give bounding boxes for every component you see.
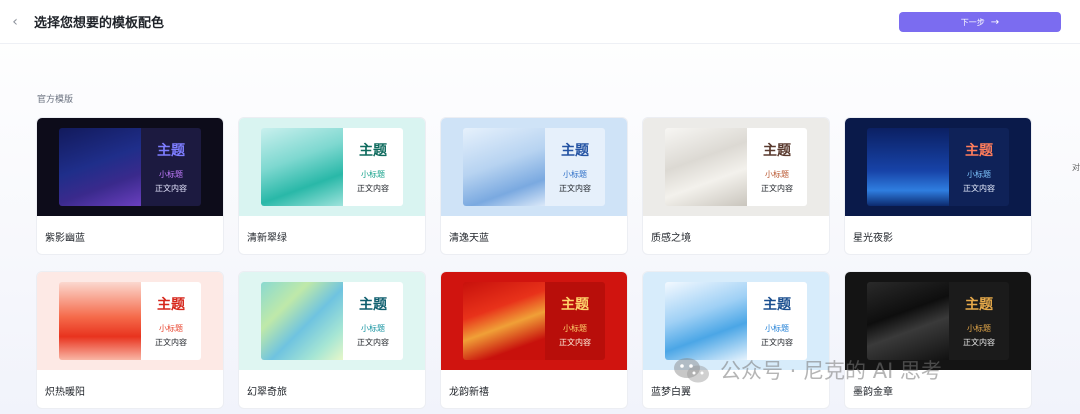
template-preview: 主题 小标题 正文内容 <box>441 272 627 370</box>
side-edge-label: 对 <box>1072 163 1080 172</box>
template-card[interactable]: 主题 小标题 正文内容 墨韵金章 <box>844 271 1032 409</box>
preview-subtitle: 小标题 <box>967 170 991 179</box>
template-name: 清新翠绿 <box>247 232 287 244</box>
preview-image <box>665 128 747 206</box>
preview-body: 正文内容 <box>761 184 793 193</box>
preview-image <box>59 128 141 206</box>
template-preview: 主题 小标题 正文内容 <box>441 118 627 216</box>
template-card[interactable]: 主题小标题正文内容龙韵新禧 <box>440 271 628 409</box>
page-title: 选择您想要的模板配色 <box>34 16 165 31</box>
preview-body: 正文内容 <box>761 338 793 347</box>
preview-subtitle: 小标题 <box>361 324 385 333</box>
template-preview: 主题 小标题 正文内容 <box>239 118 425 216</box>
preview-text-panel: 主题 小标题 正文内容 <box>343 128 403 206</box>
template-name: 龙韵新禧 <box>449 386 489 398</box>
preview-subtitle: 小标题 <box>765 170 789 179</box>
section-label: 官方模版 <box>37 95 74 105</box>
preview-body: 正文内容 <box>963 338 995 347</box>
chevron-left-icon[interactable]: ‹ <box>8 12 22 32</box>
preview-image <box>867 128 949 206</box>
preview-text-panel: 主题 小标题 正文内容 <box>141 128 201 206</box>
template-preview: 主题 小标题 正文内容 <box>643 118 829 216</box>
preview-subtitle: 小标题 <box>159 324 183 333</box>
template-name: 幻翠奇旅 <box>247 386 287 398</box>
preview-title: 主题 <box>359 143 387 159</box>
template-card[interactable]: 主题小标题正文内容清逸天蓝 <box>440 117 628 255</box>
preview-title: 主题 <box>965 297 993 313</box>
template-card[interactable]: 主题小标题正文内容质感之境 <box>642 117 830 255</box>
preview-body: 正文内容 <box>963 184 995 193</box>
preview-body: 正文内容 <box>155 184 187 193</box>
preview-text-panel: 主题 小标题 正文内容 <box>343 282 403 360</box>
preview-image <box>463 282 545 360</box>
template-card[interactable]: 主题小标题正文内容清新翠绿 <box>238 117 426 255</box>
preview-subtitle: 小标题 <box>563 324 587 333</box>
preview-text-panel: 主题 小标题 正文内容 <box>141 282 201 360</box>
preview-body: 正文内容 <box>559 184 591 193</box>
preview-title: 主题 <box>157 143 185 159</box>
template-preview: 主题 小标题 正文内容 <box>845 118 1031 216</box>
preview-title: 主题 <box>157 297 185 313</box>
template-name: 炽热暖阳 <box>45 386 85 398</box>
template-card[interactable]: 主题小标题正文内容炽热暖阳 <box>36 271 224 409</box>
watermark: 公众号 · 尼克的 AI 思考 <box>672 355 942 385</box>
preview-text-panel: 主题 小标题 正文内容 <box>949 282 1009 360</box>
template-preview: 主题 小标题 正文内容 <box>239 272 425 370</box>
preview-body: 正文内容 <box>155 338 187 347</box>
preview-body: 正文内容 <box>357 184 389 193</box>
preview-text-panel: 主题 小标题 正文内容 <box>747 128 807 206</box>
preview-subtitle: 小标题 <box>159 170 183 179</box>
preview-title: 主题 <box>561 143 589 159</box>
preview-title: 主题 <box>561 297 589 313</box>
template-preview: 主题 小标题 正文内容 <box>37 272 223 370</box>
template-name: 质感之境 <box>651 232 691 244</box>
template-card[interactable]: 主题小标题正文内容紫影幽蓝 <box>36 117 224 255</box>
preview-image <box>665 282 747 360</box>
preview-text-panel: 主题 小标题 正文内容 <box>747 282 807 360</box>
wechat-icon <box>674 358 709 383</box>
preview-image <box>59 282 141 360</box>
arrow-right-icon: → <box>990 16 1000 28</box>
preview-title: 主题 <box>763 143 791 159</box>
template-name: 紫影幽蓝 <box>45 232 85 244</box>
preview-subtitle: 小标题 <box>563 170 587 179</box>
preview-text-panel: 主题 小标题 正文内容 <box>545 128 605 206</box>
template-preview: 主题 小标题 正文内容 <box>37 118 223 216</box>
next-step-label: 下一步 <box>960 17 985 27</box>
preview-image <box>261 128 343 206</box>
preview-text-panel: 主题 小标题 正文内容 <box>545 282 605 360</box>
preview-subtitle: 小标题 <box>361 170 385 179</box>
watermark-text: 公众号 · 尼克的 AI 思考 <box>720 359 942 383</box>
preview-title: 主题 <box>965 143 993 159</box>
preview-body: 正文内容 <box>559 338 591 347</box>
preview-title: 主题 <box>763 297 791 313</box>
preview-subtitle: 小标题 <box>765 324 789 333</box>
preview-image <box>261 282 343 360</box>
template-card[interactable]: 主题 小标题 正文内容 蓝梦白翼 <box>642 271 830 409</box>
preview-title: 主题 <box>359 297 387 313</box>
template-name: 星光夜影 <box>853 232 893 244</box>
template-card[interactable]: 主题小标题正文内容幻翠奇旅 <box>238 271 426 409</box>
preview-body: 正文内容 <box>357 338 389 347</box>
preview-subtitle: 小标题 <box>967 324 991 333</box>
template-card[interactable]: 主题小标题正文内容星光夜影 <box>844 117 1032 255</box>
next-step-button[interactable]: 下一步 → <box>899 12 1061 32</box>
top-bar: ‹ 选择您想要的模板配色 下一步 → <box>0 0 1080 44</box>
preview-image <box>867 282 949 360</box>
preview-text-panel: 主题 小标题 正文内容 <box>949 128 1009 206</box>
preview-image <box>463 128 545 206</box>
template-name: 清逸天蓝 <box>449 232 489 244</box>
